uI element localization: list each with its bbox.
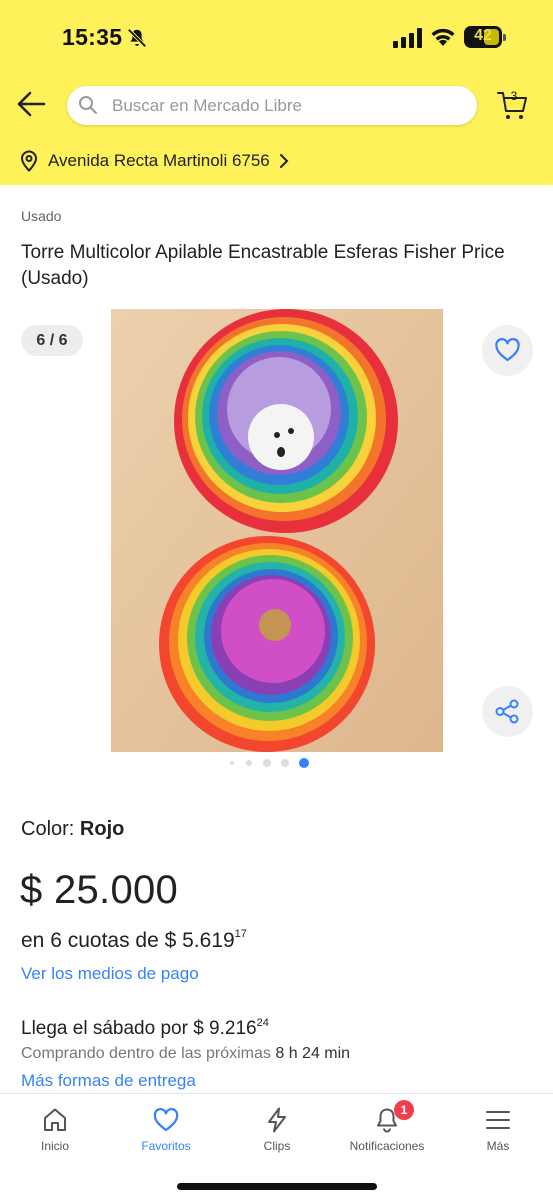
delivery-cents: 24 [256, 1017, 269, 1029]
heart-icon [495, 338, 520, 362]
battery-level: 42 [474, 27, 492, 44]
delivery-deadline: Comprando dentro de las próximas 8 h 24 … [21, 1045, 350, 1063]
status-time: 15:35 [62, 24, 123, 50]
delivery-deadline-time: 8 h 24 min [275, 1045, 351, 1062]
status-bar: 15:35 42 [0, 0, 553, 70]
share-button[interactable] [482, 686, 533, 737]
installments-cents: 17 [234, 928, 247, 940]
delivery-text: Llega el sábado por $ 9.216 [21, 1018, 257, 1039]
color-selector[interactable]: Color: Rojo [21, 818, 124, 841]
tab-notificaciones[interactable]: 1 Notificaciones [337, 1100, 437, 1166]
tab-favoritos[interactable]: Favoritos [116, 1106, 216, 1166]
more-delivery-options-link[interactable]: Más formas de entrega [21, 1071, 196, 1091]
tab-label: Más [486, 1139, 510, 1153]
notification-badge: 1 [394, 1100, 414, 1120]
delivery-info: Llega el sábado por $ 9.21624 [21, 1017, 269, 1040]
tab-label: Clips [263, 1139, 291, 1153]
condition-label: Usado [21, 208, 62, 224]
cart-button[interactable]: 3 [496, 89, 528, 121]
battery-icon: 42 [464, 26, 506, 48]
search-icon [79, 96, 97, 114]
wifi-icon [431, 28, 455, 46]
menu-icon [486, 1111, 510, 1129]
signal-icon [393, 28, 422, 48]
payment-methods-link[interactable]: Ver los medios de pago [21, 964, 199, 984]
tab-clips[interactable]: Clips [227, 1106, 327, 1166]
tab-label: Inicio [40, 1139, 69, 1153]
product-photo [111, 309, 443, 752]
installments: en 6 cuotas de $ 5.61917 [21, 928, 247, 953]
price: $ 25.000 [20, 868, 179, 912]
pagination-dot-active [299, 758, 309, 768]
pagination-dot [281, 759, 289, 767]
tab-inicio[interactable]: Inicio [5, 1106, 105, 1166]
bell-slash-icon [127, 28, 147, 48]
back-arrow-icon[interactable] [16, 90, 46, 118]
lightning-icon [268, 1107, 286, 1133]
gallery-pagination [228, 757, 318, 769]
chevron-right-icon [279, 154, 289, 168]
location-pin-icon [20, 150, 38, 172]
heart-icon [153, 1108, 179, 1132]
address-text: Avenida Recta Martinoli 6756 [48, 151, 270, 170]
pagination-dot [230, 761, 234, 765]
gallery-counter: 6 / 6 [21, 325, 83, 356]
delivery-deadline-text: Comprando dentro de las próximas [21, 1045, 271, 1062]
color-value: Rojo [79, 818, 125, 840]
product-image[interactable] [111, 309, 443, 752]
pagination-dot [246, 760, 252, 766]
installments-text: en 6 cuotas de $ 5.619 [21, 929, 235, 952]
color-label: Color: [21, 818, 80, 840]
search-input[interactable]: Buscar en Mercado Libre [67, 86, 477, 125]
cart-count: 3 [510, 89, 518, 103]
delivery-address[interactable]: Avenida Recta Martinoli 6756 [20, 149, 290, 173]
tab-label: Notificaciones [349, 1139, 425, 1153]
header: 15:35 42 Buscar en Mercado Libre 3 Aveni… [0, 0, 553, 185]
tab-label: Favoritos [141, 1139, 191, 1153]
product-title: Torre Multicolor Apilable Encastrable Es… [21, 242, 505, 289]
tab-mas[interactable]: Más [448, 1106, 548, 1166]
search-placeholder: Buscar en Mercado Libre [112, 96, 302, 115]
home-indicator[interactable] [177, 1183, 377, 1190]
pagination-dot [263, 759, 271, 767]
share-icon [495, 699, 519, 724]
home-icon [44, 1108, 66, 1131]
favorite-button[interactable] [482, 325, 533, 376]
